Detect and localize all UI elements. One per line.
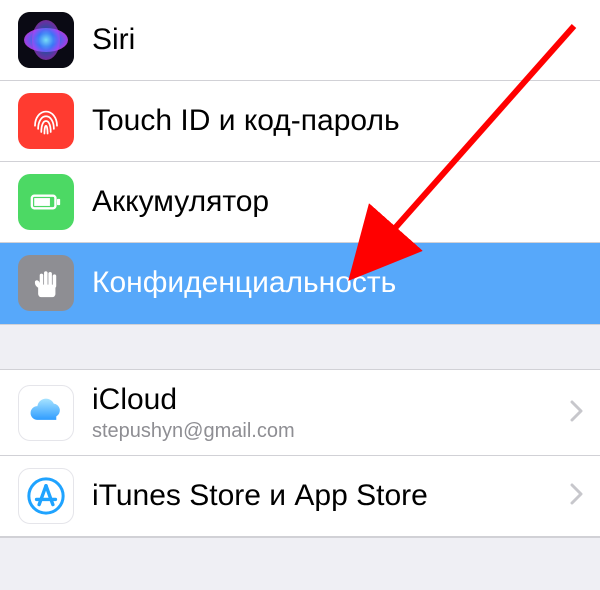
- row-labels: Touch ID и код-пароль: [92, 103, 584, 139]
- appstore-icon: [18, 468, 74, 524]
- row-labels: iTunes Store и App Store: [92, 478, 562, 514]
- row-labels: Siri: [92, 22, 584, 58]
- row-labels: Конфиденциальность: [92, 265, 584, 301]
- fingerprint-icon: [18, 93, 74, 149]
- row-label: Аккумулятор: [92, 184, 584, 220]
- row-label: Конфиденциальность: [92, 265, 584, 301]
- settings-row-itunes-appstore[interactable]: iTunes Store и App Store: [0, 456, 600, 537]
- row-detail: stepushyn@gmail.com: [92, 420, 562, 443]
- row-labels: Аккумулятор: [92, 184, 584, 220]
- settings-row-siri[interactable]: Siri: [0, 0, 600, 81]
- battery-icon: [18, 174, 74, 230]
- settings-row-privacy[interactable]: Конфиденциальность: [0, 243, 600, 324]
- chevron-right-icon: [570, 480, 584, 512]
- section-divider: [0, 324, 600, 370]
- hand-privacy-icon: [18, 255, 74, 311]
- icloud-icon: [18, 385, 74, 441]
- row-label: iCloud: [92, 382, 562, 418]
- siri-icon: [18, 12, 74, 68]
- row-labels: iCloud stepushyn@gmail.com: [92, 382, 562, 443]
- row-label: Siri: [92, 22, 584, 58]
- row-label: Touch ID и код-пароль: [92, 103, 584, 139]
- settings-row-touchid[interactable]: Touch ID и код-пароль: [0, 81, 600, 162]
- settings-row-icloud[interactable]: iCloud stepushyn@gmail.com: [0, 370, 600, 456]
- settings-row-battery[interactable]: Аккумулятор: [0, 162, 600, 243]
- chevron-right-icon: [570, 397, 584, 429]
- row-label: iTunes Store и App Store: [92, 478, 562, 514]
- section-divider-bottom: [0, 537, 600, 557]
